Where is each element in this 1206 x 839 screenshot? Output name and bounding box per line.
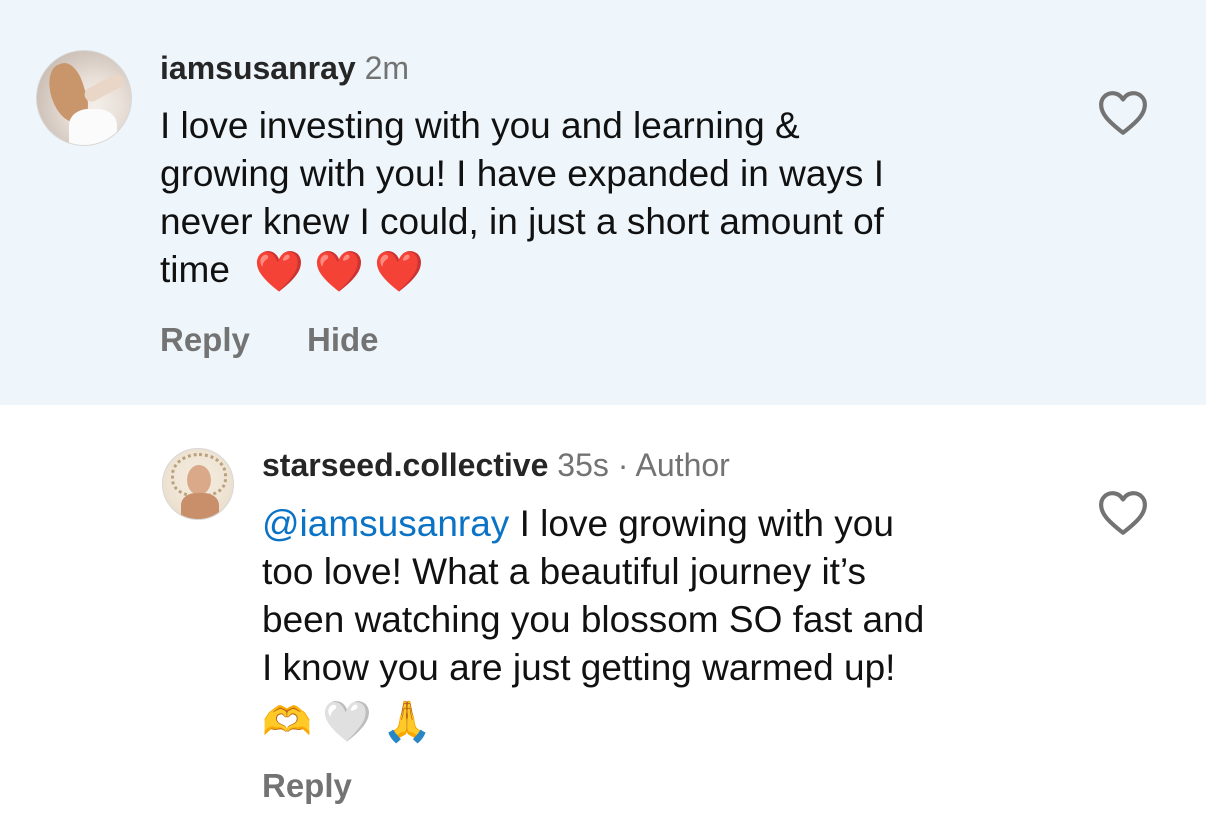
comment-header: starseed.collective 35s · Author xyxy=(262,447,730,484)
heart-hands-icon: 🫶 xyxy=(262,699,312,746)
avatar[interactable] xyxy=(162,448,234,520)
heart-outline-icon[interactable] xyxy=(1098,490,1148,536)
comment-text-line: @iamsusanray I love growing with you xyxy=(262,500,924,548)
red-heart-icon: ❤️ xyxy=(254,249,304,296)
username[interactable]: iamsusanray xyxy=(160,50,356,86)
comment-text-line: too love! What a beautiful journey it’s xyxy=(262,551,866,592)
comment-text: @iamsusanray I love growing with you too… xyxy=(262,500,924,746)
username[interactable]: starseed.collective xyxy=(262,447,548,483)
comment-text-line: time ❤️ ❤️ ❤️ xyxy=(160,246,884,296)
mention-link[interactable]: @iamsusanray xyxy=(262,503,509,544)
avatar-face xyxy=(187,465,211,495)
hide-button[interactable]: Hide xyxy=(307,321,379,359)
comment-header: iamsusanray 2m xyxy=(160,50,409,87)
comment-text-line: growing with you! I have expanded in way… xyxy=(160,153,884,194)
comment-text: I love investing with you and learning &… xyxy=(160,102,884,296)
timestamp: 35s xyxy=(557,447,609,483)
comment-text-segment: I love growing with you xyxy=(509,503,894,544)
comment-text-tail: time xyxy=(160,249,230,290)
red-heart-icon: ❤️ xyxy=(314,249,365,296)
avatar[interactable] xyxy=(36,50,132,146)
reply-button[interactable]: Reply xyxy=(160,321,250,359)
avatar-body xyxy=(181,493,219,519)
comment-text-line: I know you are just getting warmed up! xyxy=(262,647,896,688)
author-badge: Author xyxy=(635,447,730,483)
comment-text-line: never knew I could, in just a short amou… xyxy=(160,201,884,242)
comment-emoji-line: 🫶 🤍 🙏 xyxy=(262,696,924,746)
avatar-arm xyxy=(82,71,126,105)
avatar-clothing xyxy=(69,109,117,145)
comment-highlighted: iamsusanray 2m I love investing with you… xyxy=(0,0,1206,405)
timestamp: 2m xyxy=(364,50,410,86)
comment-text-line: been watching you blossom SO fast and xyxy=(262,599,925,640)
reply-button[interactable]: Reply xyxy=(262,767,352,805)
meta-separator: · xyxy=(608,447,636,483)
folded-hands-icon: 🙏 xyxy=(382,699,432,746)
red-heart-icon: ❤️ xyxy=(374,249,425,296)
white-heart-icon: 🤍 xyxy=(322,699,372,746)
heart-outline-icon[interactable] xyxy=(1098,90,1148,136)
comment-text-line: I love investing with you and learning & xyxy=(160,105,800,146)
